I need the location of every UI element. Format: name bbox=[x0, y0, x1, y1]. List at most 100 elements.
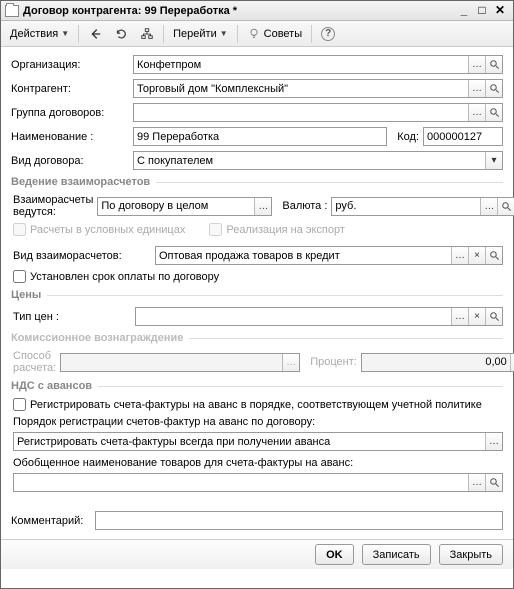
input-price-type[interactable] bbox=[136, 308, 451, 325]
field-settlements-by[interactable]: … bbox=[97, 197, 272, 216]
input-comment[interactable] bbox=[96, 512, 502, 529]
cb-vat-register[interactable]: Регистрировать счета-фактуры на аванс в … bbox=[13, 398, 503, 411]
field-percent: ▲▼ bbox=[361, 353, 514, 372]
field-vat-order[interactable]: … bbox=[13, 432, 503, 451]
group-line bbox=[47, 295, 503, 296]
separator bbox=[78, 25, 79, 43]
magnifier-button[interactable] bbox=[485, 80, 502, 97]
field-currency[interactable]: … bbox=[331, 197, 514, 216]
goto-menu[interactable]: Перейти ▼ bbox=[168, 24, 233, 44]
cb-usl-units: Расчеты в условных единицах bbox=[13, 223, 185, 236]
label-percent: Процент: bbox=[310, 356, 357, 368]
magnifier-button[interactable] bbox=[485, 474, 502, 491]
field-org[interactable]: … bbox=[133, 55, 503, 74]
dropdown-button[interactable]: ▾ bbox=[485, 152, 502, 169]
field-group[interactable]: … bbox=[133, 103, 503, 122]
row-org: Организация: … bbox=[11, 55, 503, 74]
input-counterparty[interactable] bbox=[134, 80, 468, 97]
group-settlements: Ведение взаиморасчетов bbox=[11, 176, 503, 188]
input-kind[interactable] bbox=[134, 152, 485, 169]
input-currency[interactable] bbox=[332, 198, 480, 215]
input-vat-order[interactable] bbox=[14, 433, 485, 450]
input-name[interactable] bbox=[134, 128, 386, 145]
magnifier-icon bbox=[489, 250, 500, 261]
checkbox-usl-units bbox=[13, 223, 26, 236]
hierarchy-icon bbox=[140, 27, 154, 41]
field-comment[interactable] bbox=[95, 511, 503, 530]
refresh-icon bbox=[114, 27, 128, 41]
close-button[interactable]: Закрыть bbox=[439, 544, 503, 565]
tips-button[interactable]: Советы bbox=[242, 24, 307, 44]
help-button[interactable]: ? bbox=[316, 24, 340, 44]
cb-due-set[interactable]: Установлен срок оплаты по договору bbox=[13, 270, 503, 283]
magnifier-button[interactable] bbox=[497, 198, 514, 215]
ellipsis-button[interactable]: … bbox=[480, 198, 497, 215]
minimize-button[interactable]: _ bbox=[455, 4, 473, 18]
chevron-down-icon: ▼ bbox=[61, 29, 69, 38]
tips-label: Советы bbox=[264, 28, 302, 40]
titlebar: Договор контрагента: 99 Переработка * _ … bbox=[1, 1, 513, 21]
ellipsis-button[interactable]: … bbox=[451, 308, 468, 325]
group-commission-title: Комиссионное вознаграждение bbox=[11, 332, 183, 344]
input-group[interactable] bbox=[134, 104, 468, 121]
ellipsis-button[interactable]: … bbox=[468, 104, 485, 121]
field-counterparty[interactable]: … bbox=[133, 79, 503, 98]
clear-button[interactable]: × bbox=[468, 247, 485, 264]
magnifier-button[interactable] bbox=[485, 308, 502, 325]
group-vat: НДС с авансов bbox=[11, 380, 503, 392]
ellipsis-button[interactable]: … bbox=[468, 56, 485, 73]
label-comment: Комментарий: bbox=[11, 515, 91, 527]
magnifier-icon bbox=[489, 59, 500, 70]
separator bbox=[311, 25, 312, 43]
input-mutual-kind[interactable] bbox=[156, 247, 451, 264]
actions-menu[interactable]: Действия ▼ bbox=[5, 24, 74, 44]
close-window-button[interactable]: ✕ bbox=[491, 4, 509, 18]
ellipsis-button[interactable]: … bbox=[468, 474, 485, 491]
save-button[interactable]: Записать bbox=[362, 544, 431, 565]
separator bbox=[163, 25, 164, 43]
group-line bbox=[156, 182, 503, 183]
input-vat-generic[interactable] bbox=[14, 474, 468, 491]
field-mutual-kind[interactable]: … × bbox=[155, 246, 503, 265]
label-comm-method: Способ расчета: bbox=[13, 350, 56, 374]
field-comm-method: … bbox=[60, 353, 300, 372]
lightbulb-icon bbox=[247, 27, 261, 41]
row-vat-register: Регистрировать счета-фактуры на аванс в … bbox=[11, 398, 503, 411]
group-commission: Комиссионное вознаграждение bbox=[11, 332, 503, 344]
refresh-button[interactable] bbox=[109, 24, 133, 44]
hierarchy-button[interactable] bbox=[135, 24, 159, 44]
input-comm-method bbox=[61, 354, 282, 371]
field-name[interactable] bbox=[133, 127, 387, 146]
field-code[interactable] bbox=[423, 127, 503, 146]
magnifier-button[interactable] bbox=[485, 104, 502, 121]
label-mutual-kind: Вид взаиморасчетов: bbox=[13, 250, 151, 262]
stepper-button: ▲▼ bbox=[510, 354, 514, 371]
maximize-button[interactable]: □ bbox=[473, 4, 491, 18]
magnifier-button[interactable] bbox=[485, 247, 502, 264]
ellipsis-button[interactable]: … bbox=[468, 80, 485, 97]
checkbox-export bbox=[209, 223, 222, 236]
checkbox-due-set[interactable] bbox=[13, 270, 26, 283]
label-name: Наименование : bbox=[11, 131, 129, 143]
question-icon: ? bbox=[321, 27, 335, 41]
field-vat-generic[interactable]: … bbox=[13, 473, 503, 492]
label-vat-order: Порядок регистрации счетов-фактур на ава… bbox=[11, 416, 503, 428]
ellipsis-button[interactable]: … bbox=[451, 247, 468, 264]
label-settlements-by: Взаиморасчеты ведутся: bbox=[13, 194, 93, 218]
ellipsis-button[interactable]: … bbox=[254, 198, 271, 215]
input-settlements-by[interactable] bbox=[98, 198, 254, 215]
cb-due-set-label: Установлен срок оплаты по договору bbox=[30, 271, 219, 283]
group-prices: Цены bbox=[11, 289, 503, 301]
magnifier-icon bbox=[489, 311, 500, 322]
ok-button[interactable]: OK bbox=[315, 544, 354, 565]
field-price-type[interactable]: … × bbox=[135, 307, 503, 326]
back-button[interactable] bbox=[83, 24, 107, 44]
checkbox-vat-register[interactable] bbox=[13, 398, 26, 411]
ellipsis-button[interactable]: … bbox=[485, 433, 502, 450]
input-code[interactable] bbox=[424, 128, 502, 145]
input-org[interactable] bbox=[134, 56, 468, 73]
form-content: Организация: … Контрагент: … Группа дого… bbox=[1, 47, 513, 539]
clear-button[interactable]: × bbox=[468, 308, 485, 325]
field-kind[interactable]: ▾ bbox=[133, 151, 503, 170]
magnifier-button[interactable] bbox=[485, 56, 502, 73]
